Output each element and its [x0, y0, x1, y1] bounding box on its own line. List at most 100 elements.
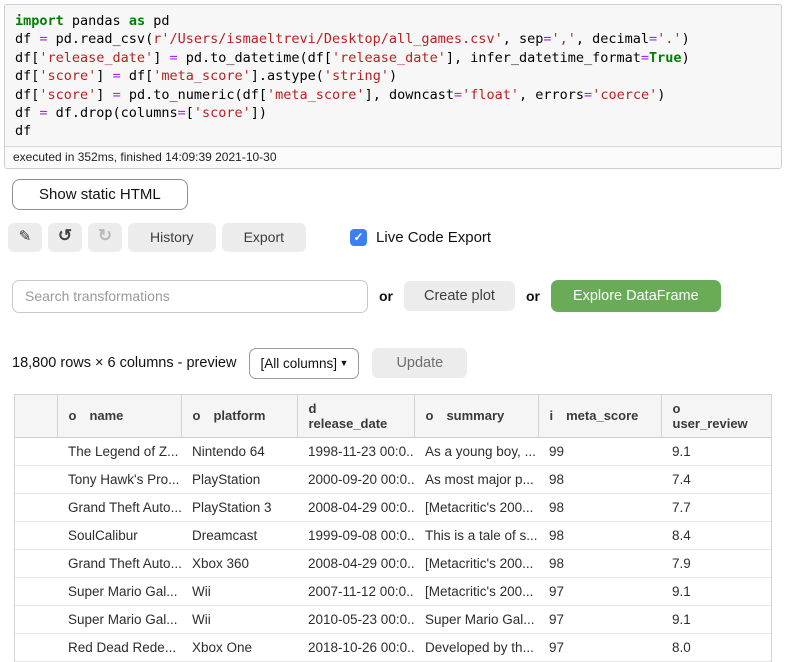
table-cell: 99: [538, 437, 661, 465]
table-cell: 8.0: [661, 633, 771, 661]
column-label: user_review: [673, 416, 748, 431]
columns-select-dropdown[interactable]: [All columns] ▼: [249, 348, 359, 379]
table-cell: Developed by th...: [414, 633, 538, 661]
table-row[interactable]: Tony Hawk's Pro...PlayStation2000-09-20 …: [15, 465, 771, 493]
transformation-bar: or Create plot or Explore DataFrame: [12, 280, 786, 313]
table-cell: Super Mario Gal...: [57, 605, 181, 633]
table-cell: 98: [538, 493, 661, 521]
table-cell: Xbox 360: [181, 549, 297, 577]
column-label: meta_score: [566, 408, 638, 423]
index-cell: [15, 577, 57, 605]
table-row[interactable]: Red Dead Rede...Xbox One2018-10-26 00:0.…: [15, 633, 771, 661]
table-cell: Dreamcast: [181, 521, 297, 549]
show-static-html-button[interactable]: Show static HTML: [12, 179, 188, 210]
table-cell: SoulCalibur: [57, 521, 181, 549]
table-cell: Xbox One: [181, 633, 297, 661]
table-cell: Super Mario Gal...: [57, 577, 181, 605]
redo-button[interactable]: ↻: [88, 223, 122, 252]
table-cell: Tony Hawk's Pro...: [57, 465, 181, 493]
dtype-badge: o: [193, 408, 201, 423]
table-cell: 2018-10-26 00:0...: [297, 633, 414, 661]
explore-dataframe-button[interactable]: Explore DataFrame: [551, 280, 721, 312]
table-cell: 7.9: [661, 549, 771, 577]
table-cell: [Metacritic's 200...: [414, 577, 538, 605]
column-header-user_review[interactable]: ouser_review: [661, 395, 771, 438]
code-line: df: [15, 122, 771, 140]
column-label: name: [89, 408, 123, 423]
table-cell: PlayStation: [181, 465, 297, 493]
checkbox-label: Live Code Export: [376, 229, 491, 246]
column-label: platform: [213, 408, 265, 423]
history-button[interactable]: History: [128, 223, 216, 252]
preview-bar: 18,800 rows × 6 columns - preview [All c…: [12, 348, 786, 379]
table-cell: 7.4: [661, 465, 771, 493]
table-cell: Wii: [181, 577, 297, 605]
table-cell: 1998-11-23 00:0...: [297, 437, 414, 465]
index-cell: [15, 521, 57, 549]
dataframe-shape-summary: 18,800 rows × 6 columns - preview: [12, 355, 236, 371]
table-cell: 1999-09-08 00:0...: [297, 521, 414, 549]
redo-icon: ↻: [98, 226, 112, 246]
table-cell: This is a tale of s...: [414, 521, 538, 549]
table-cell: 98: [538, 521, 661, 549]
index-cell: [15, 493, 57, 521]
table-row[interactable]: Grand Theft Auto...PlayStation 32008-04-…: [15, 493, 771, 521]
table-row[interactable]: Super Mario Gal...Wii2010-05-23 00:0...S…: [15, 605, 771, 633]
code-cell: import pandas as pddf = pd.read_csv(r'/U…: [4, 4, 782, 169]
table-row[interactable]: Super Mario Gal...Wii2007-11-12 00:0...[…: [15, 577, 771, 605]
table-header-row: onameoplatformdrelease_dateosummaryimeta…: [15, 395, 771, 438]
column-header-platform[interactable]: o platform: [181, 395, 297, 438]
table-cell: 2000-09-20 00:0...: [297, 465, 414, 493]
or-label: or: [526, 288, 540, 304]
table-cell: Nintendo 64: [181, 437, 297, 465]
table-cell: 9.1: [661, 437, 771, 465]
code-line: import pandas as pd: [15, 12, 771, 30]
column-header-release_date[interactable]: drelease_date: [297, 395, 414, 438]
code-line: df['score'] = pd.to_numeric(df['meta_sco…: [15, 86, 771, 104]
table-cell: Grand Theft Auto...: [57, 549, 181, 577]
code-editor[interactable]: import pandas as pddf = pd.read_csv(r'/U…: [5, 5, 781, 146]
table-cell: 97: [538, 633, 661, 661]
table-row[interactable]: The Legend of Z...Nintendo 641998-11-23 …: [15, 437, 771, 465]
code-line: df['release_date'] = pd.to_datetime(df['…: [15, 49, 771, 67]
table-cell: 2008-04-29 00:0...: [297, 493, 414, 521]
table-cell: 8.4: [661, 521, 771, 549]
live-code-export-checkbox[interactable]: ✓ Live Code Export: [350, 229, 491, 246]
table-cell: 97: [538, 577, 661, 605]
code-line: df = df.drop(columns=['score']): [15, 104, 771, 122]
columns-select-value: [All columns]: [260, 356, 337, 371]
table-cell: [Metacritic's 200...: [414, 493, 538, 521]
code-line: df['score'] = df['meta_score'].astype('s…: [15, 67, 771, 85]
table-cell: 2007-11-12 00:0...: [297, 577, 414, 605]
table-cell: 97: [538, 605, 661, 633]
execution-status: executed in 352ms, finished 14:09:39 202…: [5, 146, 781, 168]
or-label: or: [379, 288, 393, 304]
table-cell: 9.1: [661, 605, 771, 633]
column-label: release_date: [309, 416, 388, 431]
undo-button[interactable]: ↺: [48, 223, 82, 252]
index-column-header: [15, 395, 57, 438]
table-row[interactable]: SoulCaliburDreamcast1999-09-08 00:0...Th…: [15, 521, 771, 549]
update-button[interactable]: Update: [372, 348, 467, 378]
column-header-meta_score[interactable]: i meta_score: [538, 395, 661, 438]
column-header-name[interactable]: oname: [57, 395, 181, 438]
table-cell: 9.1: [661, 577, 771, 605]
table-cell: 98: [538, 465, 661, 493]
code-line: df = pd.read_csv(r'/Users/ismaeltrevi/De…: [15, 30, 771, 48]
export-button[interactable]: Export: [222, 223, 306, 252]
dtype-badge: o: [426, 408, 434, 423]
pencil-icon: ✎: [19, 227, 32, 245]
create-plot-button[interactable]: Create plot: [404, 281, 515, 311]
edit-code-button[interactable]: ✎: [8, 223, 42, 252]
table-row[interactable]: Grand Theft Auto...Xbox 3602008-04-29 00…: [15, 549, 771, 577]
search-transformations-input[interactable]: [12, 280, 368, 313]
index-cell: [15, 465, 57, 493]
column-header-summary[interactable]: osummary: [414, 395, 538, 438]
chevron-down-icon: ▼: [340, 358, 349, 368]
table-cell: 2010-05-23 00:0...: [297, 605, 414, 633]
table-cell: 2008-04-29 00:0...: [297, 549, 414, 577]
table-cell: [Metacritic's 200...: [414, 549, 538, 577]
toolbar: ✎ ↺ ↻ History Export ✓ Live Code Export: [8, 223, 786, 252]
table-cell: 98: [538, 549, 661, 577]
dtype-badge: i: [550, 408, 554, 423]
